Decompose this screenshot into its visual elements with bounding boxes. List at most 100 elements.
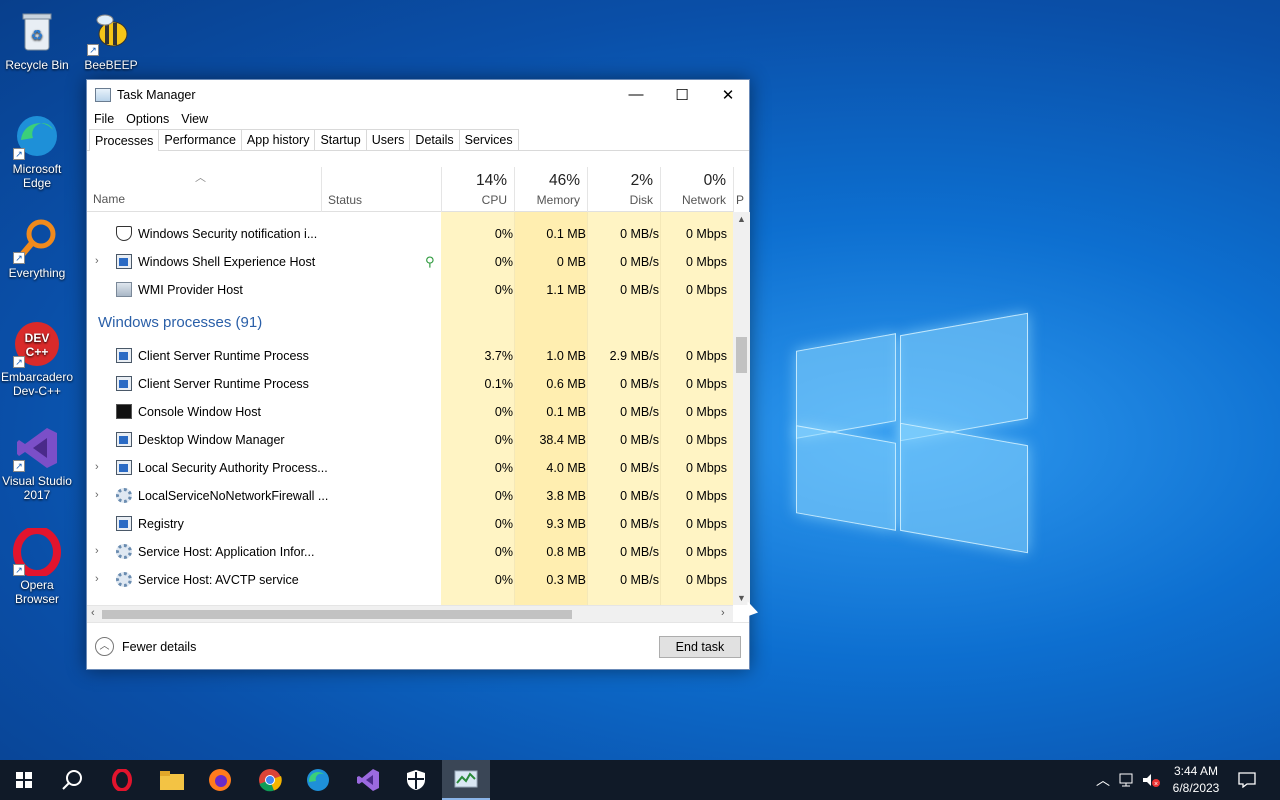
taskbar-firefox[interactable] [196,760,244,800]
shield-icon [407,770,425,790]
table-row[interactable]: › LocalServiceNoNetworkFirewall ... 0% 3… [87,482,733,510]
windows-wallpaper-logo [796,310,1028,554]
menu-options[interactable]: Options [126,112,169,126]
svg-text:×: × [1154,781,1158,788]
table-row[interactable]: WMI Provider Host 0% 1.1 MB 0 MB/s 0 Mbp… [87,276,733,304]
expand-chevron-icon[interactable]: › [95,489,99,501]
chevron-up-icon: ︿ [95,637,114,656]
table-row[interactable]: › Local Security Authority Process... 0%… [87,454,733,482]
taskbar-edge[interactable] [294,760,342,800]
taskbar-file-explorer[interactable] [148,760,196,800]
desktop-icon-visual-studio[interactable]: ↗ Visual Studio 2017 [0,424,75,502]
visual-studio-icon: ↗ [13,424,61,472]
gear-icon [116,572,132,587]
desktop-icon-everything[interactable]: ↗ Everything [0,216,75,280]
expand-chevron-icon[interactable]: › [95,461,99,473]
table-row[interactable]: › Windows Shell Experience Host ⚲ 0% 0 M… [87,248,733,276]
column-cpu[interactable]: 14% CPU [441,167,514,212]
horizontal-scrollbar[interactable]: ‹ › [87,605,733,622]
table-row[interactable]: Windows Security notification i... 0% 0.… [87,220,733,248]
table-row[interactable]: Client Server Runtime Process 0.1% 0.6 M… [87,370,733,398]
desktop-icon-devcpp[interactable]: DEV C++ ↗ Embarcadero Dev-C++ [0,320,75,398]
maximize-button[interactable]: ☐ [659,80,705,109]
chrome-icon [259,769,282,792]
desktop-icon-edge[interactable]: ↗ Microsoft Edge [0,112,75,190]
window-title: Task Manager [117,87,196,102]
scroll-up-icon[interactable]: ▲ [733,214,750,224]
task-manager-window[interactable]: Task Manager — ☐ ✕ File Options View Pro… [86,79,750,670]
close-button[interactable]: ✕ [705,80,751,109]
taskbar-chrome[interactable] [246,760,294,800]
tab-processes[interactable]: Processes [89,129,160,151]
tray-overflow-button[interactable]: ︿ [1092,760,1114,800]
tab-startup[interactable]: Startup [314,129,367,150]
volume-tray-button[interactable]: × [1140,760,1162,800]
minimize-button[interactable]: — [613,80,659,109]
desktop-icon-beebeep[interactable]: ↗ BeeBEEP [73,8,149,72]
folder-icon [160,771,184,790]
column-memory[interactable]: 46% Memory [514,167,587,212]
table-row[interactable]: › Service Host: Application Infor... 0% … [87,538,733,566]
start-button[interactable] [0,760,48,800]
fewer-details-button[interactable]: ︿ Fewer details [95,637,196,656]
tab-performance[interactable]: Performance [158,129,242,150]
column-status[interactable]: Status [321,167,441,212]
expand-chevron-icon[interactable]: › [95,545,99,557]
opera-icon: ↗ [13,526,61,578]
table-row[interactable]: Registry 0% 9.3 MB 0 MB/s 0 Mbps [87,510,733,538]
tab-strip: Processes Performance App history Startu… [87,129,749,151]
desktop-icon-label: Visual Studio 2017 [2,474,72,502]
gear-icon [116,488,132,503]
end-task-button[interactable]: End task [659,636,741,658]
table-row[interactable]: Desktop Window Manager 0% 38.4 MB 0 MB/s… [87,426,733,454]
desktop-icon-label: Embarcadero Dev-C++ [0,370,74,398]
search-button[interactable] [48,760,96,800]
taskbar-opera[interactable] [98,760,146,800]
menu-file[interactable]: File [94,112,114,126]
column-network[interactable]: 0% Network [660,167,733,212]
svg-text:DEV: DEV [25,331,50,345]
magnifier-icon: ↗ [13,216,61,264]
desktop-icon-recycle-bin[interactable]: ♻ Recycle Bin [0,8,75,72]
table-row[interactable]: Console Window Host 0% 0.1 MB 0 MB/s 0 M… [87,398,733,426]
group-header-windows-processes[interactable]: Windows processes (91) [87,308,733,340]
window-app-icon [116,348,132,363]
window-app-icon [116,254,132,269]
shortcut-arrow-icon: ↗ [13,252,25,264]
taskbar-task-manager[interactable] [442,760,490,800]
taskbar-security[interactable] [392,760,440,800]
scroll-right-icon[interactable]: › [721,607,725,619]
tab-users[interactable]: Users [365,129,411,150]
network-icon [1119,773,1133,787]
shortcut-arrow-icon: ↗ [13,356,25,368]
action-center-button[interactable] [1232,760,1262,800]
table-row[interactable]: Client Server Runtime Process 3.7% 1.0 M… [87,342,733,370]
scroll-thumb[interactable] [102,610,572,619]
expand-chevron-icon[interactable]: › [95,573,99,585]
shortcut-arrow-icon: ↗ [13,148,25,160]
clock-time: 3:44 AM [1173,764,1219,778]
column-disk[interactable]: 2% Disk [587,167,660,212]
network-tray-button[interactable] [1116,760,1138,800]
shortcut-arrow-icon: ↗ [87,44,99,56]
column-power[interactable]: P [733,167,751,212]
taskbar-clock[interactable]: 3:44 AM 6/8/2023 [1166,763,1226,797]
expand-chevron-icon[interactable]: › [95,255,99,267]
tab-app-history[interactable]: App history [240,129,316,150]
tab-services[interactable]: Services [458,129,519,150]
desktop-icon-label: BeeBEEP [84,58,138,72]
scroll-thumb[interactable] [736,337,747,373]
taskbar-visual-studio[interactable] [344,760,392,800]
column-name[interactable]: Name [93,192,125,206]
vertical-scrollbar[interactable]: ▲ ▼ [733,212,750,605]
tab-details[interactable]: Details [409,129,460,150]
title-bar[interactable]: Task Manager — ☐ ✕ [87,80,749,109]
menu-view[interactable]: View [181,112,208,126]
menu-bar: File Options View [87,109,749,129]
table-row[interactable]: › Service Host: AVCTP service 0% 0.3 MB … [87,566,733,594]
window-app-icon [116,376,132,391]
desktop-icon-opera[interactable]: ↗ Opera Browser [0,526,75,606]
process-list[interactable]: Windows Security notification i... 0% 0.… [87,212,733,605]
footer-bar: ︿ Fewer details End task [87,622,749,670]
scroll-left-icon[interactable]: ‹ [91,607,95,619]
